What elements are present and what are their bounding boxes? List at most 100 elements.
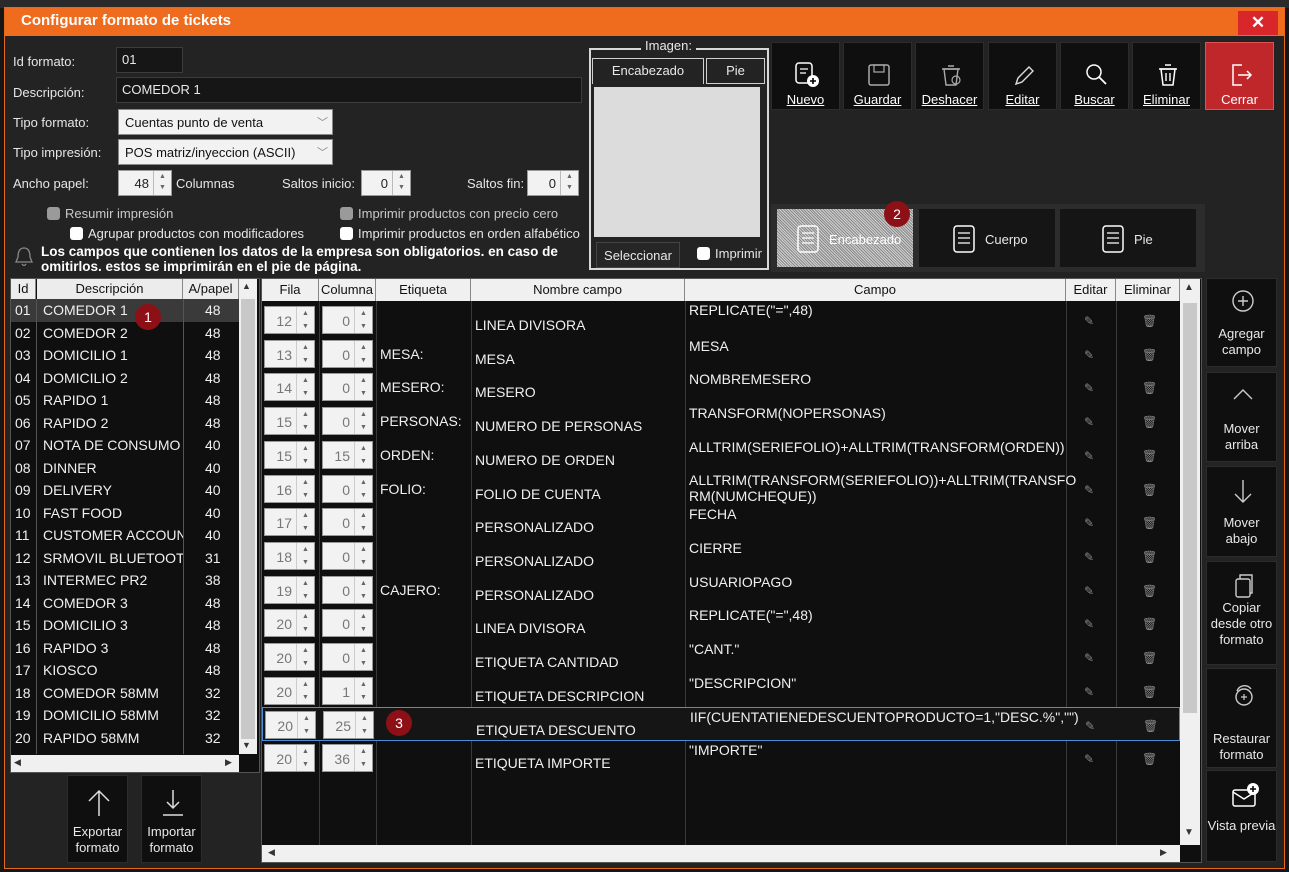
col-header-id[interactable]: Id xyxy=(11,279,36,299)
table-row[interactable]: 12 ▲ ▼ 0 ▲ ▼ LINEA DIVISORA REPLICATE("=",48) ✎ 🗑… xyxy=(262,302,1180,337)
columna-stepper[interactable]: 15 ▲ ▼ xyxy=(322,440,373,469)
trash-icon[interactable]: 🗑︎ xyxy=(1142,483,1157,497)
fila-stepper[interactable]: 20 ▲ ▼ xyxy=(264,643,315,671)
vista-previa-button[interactable]: Vista previa xyxy=(1206,770,1277,862)
edit-pencil-icon[interactable]: ✎ xyxy=(1084,483,1094,497)
scroll-thumb[interactable] xyxy=(241,299,255,739)
columna-stepper[interactable]: 0 ▲ ▼ xyxy=(322,508,373,537)
stepper-arrows-icon[interactable]: ▲ ▼ xyxy=(560,171,578,195)
stepper-arrows-icon[interactable]: ▲ ▼ xyxy=(392,171,410,195)
stepper-arrows-icon[interactable]: ▲ ▼ xyxy=(296,441,314,468)
scroll-down-icon[interactable]: ▼ xyxy=(242,740,251,750)
columna-stepper[interactable]: 1 ▲ ▼ xyxy=(322,676,373,705)
cerrar-button[interactable]: Cerrar xyxy=(1205,42,1274,110)
formats-vertical-scrollbar[interactable]: ▲ ▼ xyxy=(239,279,257,754)
stepper-arrows-icon[interactable]: ▲ ▼ xyxy=(296,644,314,670)
resumir-checkbox[interactable]: Resumir impresión xyxy=(47,206,173,221)
edit-pencil-icon[interactable]: ✎ xyxy=(1084,617,1094,631)
stepper-arrows-icon[interactable]: ▲ ▼ xyxy=(296,576,314,603)
col-header-campo[interactable]: Campo xyxy=(685,279,1066,301)
table-row[interactable]: 18 ▲ ▼ 0 ▲ ▼ PERSONALIZADO CIERRE ✎ 🗑︎ xyxy=(262,539,1180,573)
columna-stepper[interactable]: 0 ▲ ▼ xyxy=(322,643,373,671)
edit-pencil-icon[interactable]: ✎ xyxy=(1084,752,1094,766)
trash-icon[interactable]: 🗑︎ xyxy=(1142,314,1157,328)
trash-icon[interactable]: 🗑︎ xyxy=(1142,685,1157,699)
description-field[interactable]: COMEDOR 1 xyxy=(116,77,582,103)
edit-pencil-icon[interactable]: ✎ xyxy=(1084,449,1094,463)
stepper-arrows-icon[interactable]: ▲ ▼ xyxy=(297,712,315,739)
table-row[interactable]: 12 SRMOVIL BLUETOOTH 31 xyxy=(11,547,239,570)
trash-icon[interactable]: 🗑︎ xyxy=(1142,449,1157,463)
tab-imagen-encabezado[interactable]: Encabezado xyxy=(592,58,704,84)
stepper-arrows-icon[interactable]: ▲ ▼ xyxy=(296,542,314,569)
col-header-editar[interactable]: Editar xyxy=(1066,279,1116,301)
col-header-eliminar[interactable]: Eliminar xyxy=(1116,279,1180,301)
tab-imagen-pie[interactable]: Pie xyxy=(706,58,765,84)
table-row[interactable]: 15 ▲ ▼ 15 ▲ ▼ ORDEN: NUMERO DE ORDEN ALLTRIM(SER… xyxy=(262,438,1180,472)
stepper-arrows-icon[interactable]: ▲ ▼ xyxy=(354,441,372,468)
edit-pencil-icon[interactable]: ✎ xyxy=(1084,550,1094,564)
agregar-campo-button[interactable]: Agregar campo xyxy=(1206,278,1277,367)
columna-stepper[interactable]: 0 ▲ ▼ xyxy=(322,541,373,570)
columna-stepper[interactable]: 0 ▲ ▼ xyxy=(322,609,373,638)
table-row[interactable]: 06 RAPIDO 2 48 xyxy=(11,412,239,435)
editar-button[interactable]: Editar xyxy=(988,42,1057,110)
exportar-formato-button[interactable]: Exportar formato xyxy=(67,775,128,863)
stepper-arrows-icon[interactable]: ▲ ▼ xyxy=(354,542,372,569)
table-row[interactable]: 14 COMEDOR 3 48 xyxy=(11,592,239,615)
trash-icon[interactable]: 🗑︎ xyxy=(1142,651,1157,665)
scroll-left-icon[interactable]: ◀ xyxy=(268,847,275,858)
scroll-right-icon[interactable]: ▶ xyxy=(1160,847,1167,858)
scroll-left-icon[interactable]: ◀ xyxy=(14,757,21,768)
trash-icon[interactable]: 🗑︎ xyxy=(1142,550,1157,564)
stepper-arrows-icon[interactable]: ▲ ▼ xyxy=(296,374,314,401)
trash-icon[interactable]: 🗑︎ xyxy=(1143,719,1158,733)
stepper-arrows-icon[interactable]: ▲ ▼ xyxy=(354,745,372,772)
tipo-impresion-select[interactable]: POS matriz/inyeccion (ASCII) ﹀ xyxy=(118,139,333,165)
stepper-arrows-icon[interactable]: ▲ ▼ xyxy=(296,475,314,502)
edit-pencil-icon[interactable]: ✎ xyxy=(1084,516,1094,530)
fila-stepper[interactable]: 18 ▲ ▼ xyxy=(264,541,315,570)
columna-stepper[interactable]: 0 ▲ ▼ xyxy=(322,373,373,402)
fila-stepper[interactable]: 20 ▲ ▼ xyxy=(264,676,315,705)
table-row[interactable]: 11 CUSTOMER ACCOUNT 40 xyxy=(11,524,239,547)
fila-stepper[interactable]: 20 ▲ ▼ xyxy=(265,711,316,740)
fila-stepper[interactable]: 20 ▲ ▼ xyxy=(264,609,315,638)
trash-icon[interactable]: 🗑︎ xyxy=(1142,381,1157,395)
tab-section-cuerpo[interactable]: Cuerpo xyxy=(919,209,1055,267)
table-row[interactable]: 07 NOTA DE CONSUMO 40 xyxy=(11,434,239,457)
importar-formato-button[interactable]: Importar formato xyxy=(141,775,202,863)
fila-stepper[interactable]: 13 ▲ ▼ xyxy=(264,339,315,368)
precio-cero-checkbox[interactable]: Imprimir productos con precio cero xyxy=(340,206,558,221)
eliminar-button[interactable]: Eliminar xyxy=(1132,42,1201,110)
table-row[interactable]: 16 ▲ ▼ 0 ▲ ▼ FOLIO: FOLIO DE CUENTA ALLTRIM(TRAN… xyxy=(262,472,1180,506)
stepper-arrows-icon[interactable]: ▲ ▼ xyxy=(354,677,372,704)
stepper-arrows-icon[interactable]: ▲ ▼ xyxy=(296,509,314,536)
table-row[interactable]: 09 DELIVERY 40 xyxy=(11,479,239,502)
stepper-arrows-icon[interactable]: ▲ ▼ xyxy=(354,509,372,536)
stepper-arrows-icon[interactable]: ▲ ▼ xyxy=(354,408,372,435)
mover-arriba-button[interactable]: Mover arriba xyxy=(1206,372,1277,462)
table-row[interactable]: 15 ▲ ▼ 0 ▲ ▼ PERSONAS: NUMERO DE PERSONAS TRANSF… xyxy=(262,404,1180,438)
fila-stepper[interactable]: 15 ▲ ▼ xyxy=(264,440,315,469)
imprimir-imagen-checkbox[interactable]: Imprimir xyxy=(697,246,762,261)
scroll-up-icon[interactable]: ▲ xyxy=(242,281,251,291)
trash-icon[interactable]: 🗑︎ xyxy=(1142,516,1157,530)
stepper-arrows-icon[interactable]: ▲ ▼ xyxy=(354,475,372,502)
buscar-button[interactable]: Buscar xyxy=(1060,42,1129,110)
columna-stepper[interactable]: 25 ▲ ▼ xyxy=(323,711,374,740)
mover-abajo-button[interactable]: Mover abajo xyxy=(1206,466,1277,557)
scroll-thumb[interactable] xyxy=(1183,303,1197,713)
edit-pencil-icon[interactable]: ✎ xyxy=(1084,314,1094,328)
stepper-arrows-icon[interactable]: ▲ ▼ xyxy=(354,307,372,333)
nuevo-button[interactable]: Nuevo xyxy=(771,42,840,110)
fields-vertical-scrollbar[interactable]: ▲ ▼ xyxy=(1180,279,1200,845)
edit-pencil-icon[interactable]: ✎ xyxy=(1084,651,1094,665)
fila-stepper[interactable]: 14 ▲ ▼ xyxy=(264,373,315,402)
trash-icon[interactable]: 🗑︎ xyxy=(1142,415,1157,429)
table-row[interactable]: 13 ▲ ▼ 0 ▲ ▼ MESA: MESA MESA ✎ 🗑︎ xyxy=(262,337,1180,371)
ancho-papel-stepper[interactable]: 48 ▲ ▼ xyxy=(118,170,172,196)
table-row[interactable]: 18 COMEDOR 58MM 32 xyxy=(11,682,239,705)
scroll-up-icon[interactable]: ▲ xyxy=(1184,282,1194,293)
edit-pencil-icon[interactable]: ✎ xyxy=(1085,719,1095,733)
